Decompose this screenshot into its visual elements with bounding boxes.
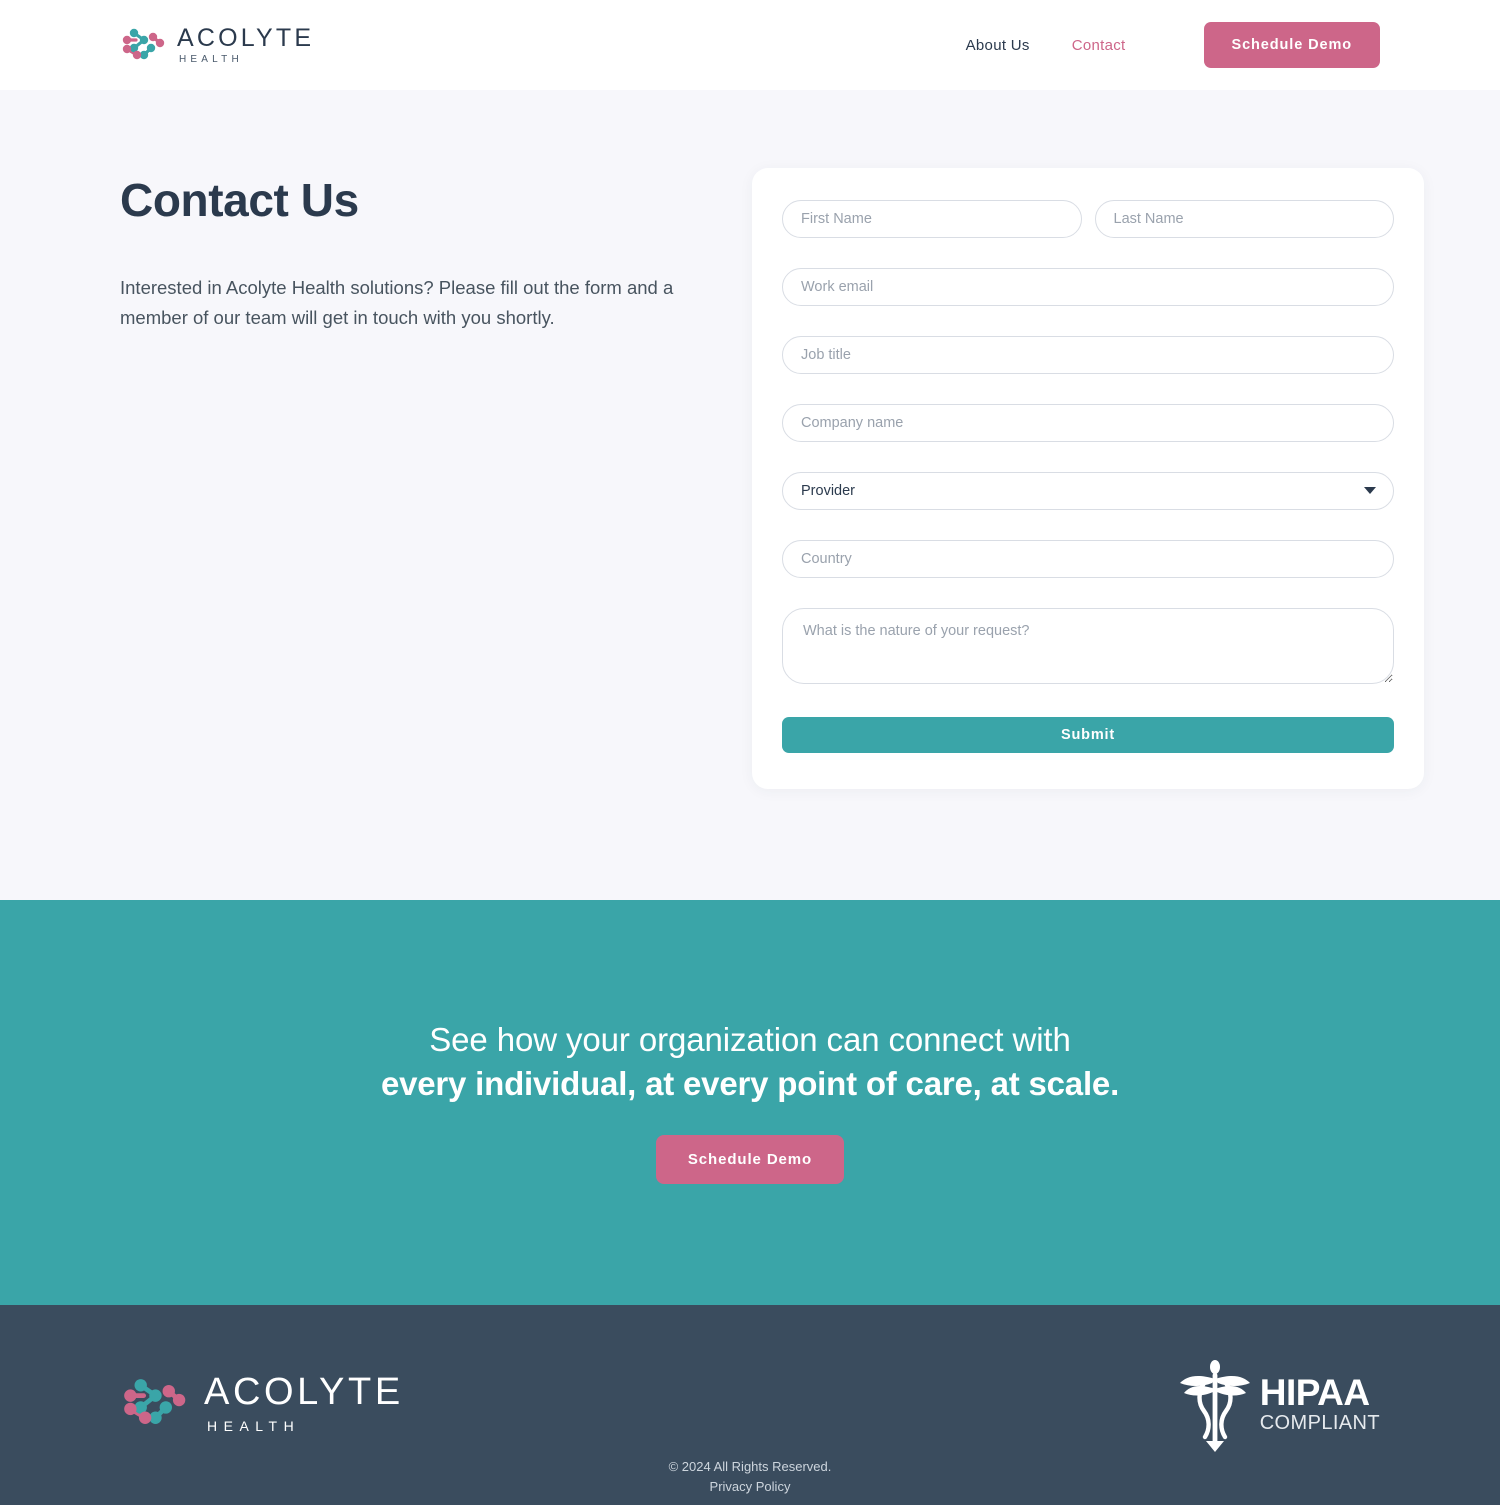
footer-brand-subtitle: HEALTH <box>207 1417 301 1434</box>
brand-name: ACOLYTE <box>177 23 315 52</box>
schedule-demo-button-cta[interactable]: Schedule Demo <box>655 1135 845 1184</box>
company-name-input[interactable] <box>782 404 1394 442</box>
footer-brand-name: ACOLYTE <box>204 1370 404 1413</box>
footer-top-row: ACOLYTE HEALTH HIPAA COMPLIANT <box>120 1305 1380 1453</box>
privacy-policy-link[interactable]: Privacy Policy <box>0 1477 1500 1497</box>
cta-headline-line1: See how your organization can connect wi… <box>429 1021 1071 1058</box>
contact-form: Provider Submit <box>752 168 1424 789</box>
page-title: Contact Us <box>120 174 359 226</box>
brand-logo-header[interactable]: ACOLYTE HEALTH <box>120 24 314 66</box>
organization-type-wrapper: Provider <box>782 472 1394 540</box>
job-title-input[interactable] <box>782 336 1394 374</box>
molecule-network-icon <box>122 28 165 60</box>
contact-section: Contact Us Interested in Acolyte Health … <box>0 90 1500 900</box>
nav-item-about-us[interactable]: About Us <box>966 37 1030 54</box>
schedule-demo-button-header[interactable]: Schedule Demo <box>1203 22 1380 68</box>
work-email-input[interactable] <box>782 268 1394 306</box>
brand-text-footer: ACOLYTE HEALTH <box>204 1373 404 1434</box>
contact-intro: Contact Us Interested in Acolyte Health … <box>120 90 720 333</box>
cta-banner: See how your organization can connect wi… <box>0 900 1500 1305</box>
hipaa-subtitle: COMPLIANT <box>1259 1411 1380 1434</box>
cta-headline-line2: every individual, at every point of care… <box>380 1065 1120 1102</box>
brand-subtitle: HEALTH <box>179 54 243 66</box>
primary-navigation: About Us Contact Schedule Demo <box>966 22 1380 68</box>
first-name-input[interactable] <box>782 200 1082 238</box>
footer-bottom: © 2024 All Rights Reserved. Privacy Poli… <box>0 1457 1500 1497</box>
last-name-input[interactable] <box>1094 200 1394 238</box>
site-footer: ACOLYTE HEALTH HIPAA COMPLIANT © 2024 Al… <box>0 1305 1500 1505</box>
copyright-text: © 2024 All Rights Reserved. <box>668 1458 832 1474</box>
organization-type-select[interactable]: Provider <box>782 472 1394 510</box>
name-row <box>782 200 1394 268</box>
brand-text-header: ACOLYTE HEALTH <box>177 23 315 66</box>
contact-description: Interested in Acolyte Health solutions? … <box>120 277 674 328</box>
nav-item-contact[interactable]: Contact <box>1072 37 1126 54</box>
request-textarea[interactable] <box>782 608 1394 684</box>
hipaa-compliant-badge: HIPAA COMPLIANT <box>1176 1353 1380 1453</box>
brand-logo-footer[interactable]: ACOLYTE HEALTH <box>120 1372 404 1434</box>
molecule-network-icon <box>124 1379 186 1424</box>
submit-button[interactable]: Submit <box>782 717 1394 753</box>
hipaa-text: HIPAA COMPLIANT <box>1260 1374 1380 1433</box>
hipaa-title: HIPAA <box>1259 1371 1370 1413</box>
caduceus-icon <box>1179 1360 1250 1452</box>
site-header: ACOLYTE HEALTH About Us Contact Schedule… <box>0 0 1500 90</box>
country-input[interactable] <box>782 540 1394 578</box>
